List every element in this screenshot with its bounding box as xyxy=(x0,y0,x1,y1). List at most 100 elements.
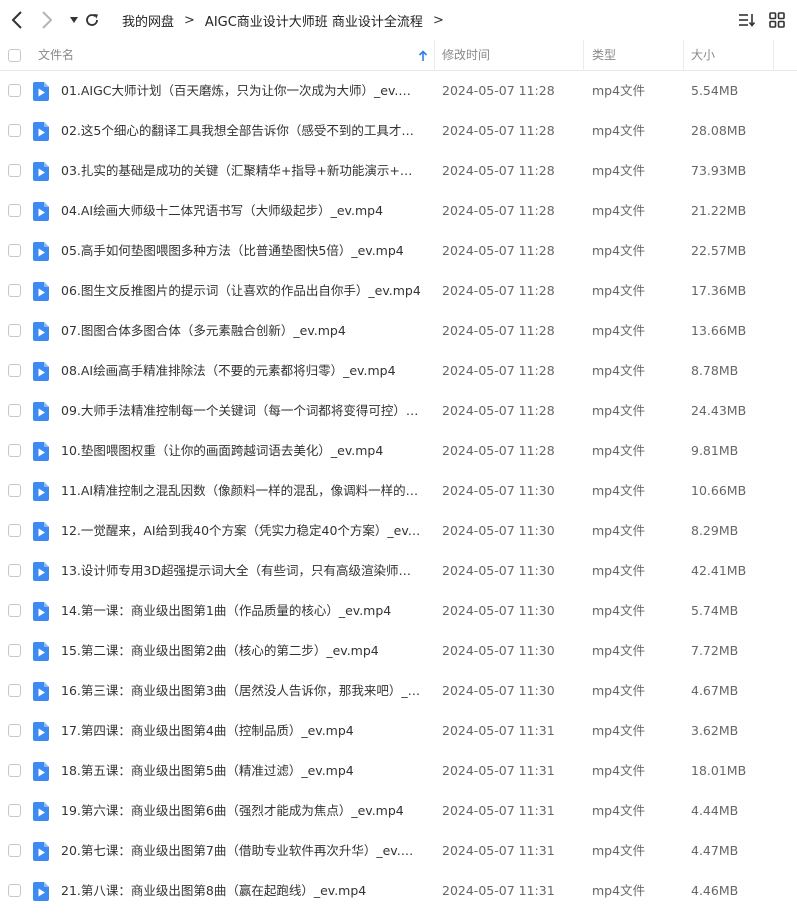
file-row[interactable]: 06.图生文反推图片的提示词（让喜欢的作品出自你手）_ev.mp4 2024-05… xyxy=(0,271,797,311)
file-name[interactable]: 03.扎实的基础是成功的关键（汇聚精华+指导+新功能演示+方法... xyxy=(61,151,421,191)
row-checkbox[interactable] xyxy=(8,244,21,257)
file-row[interactable]: 02.这5个细心的翻译工具我想全部告诉你（感受不到的工具才是好... 2024-0… xyxy=(0,111,797,151)
file-row[interactable]: 11.AI精准控制之混乱因数（像颜料一样的混乱，像调料一样的做法... 2024-… xyxy=(0,471,797,511)
row-checkbox[interactable] xyxy=(8,284,21,297)
row-checkbox[interactable] xyxy=(8,204,21,217)
file-name[interactable]: 02.这5个细心的翻译工具我想全部告诉你（感受不到的工具才是好... xyxy=(61,111,421,151)
breadcrumb-item-root[interactable]: 我的网盘 xyxy=(122,11,174,30)
column-divider[interactable] xyxy=(434,40,435,71)
video-file-icon xyxy=(33,242,49,261)
file-name[interactable]: 08.AI绘画高手精准排除法（不要的元素都将归零）_ev.mp4 xyxy=(61,351,421,391)
row-checkbox[interactable] xyxy=(8,604,21,617)
file-size: 5.54MB xyxy=(691,83,739,98)
file-name[interactable]: 12.一觉醒来，AI给到我40个方案（凭实力稳定40个方案）_ev.mp4 xyxy=(61,511,421,551)
row-checkbox[interactable] xyxy=(8,844,21,857)
file-name[interactable]: 17.第四课：商业级出图第4曲（控制品质）_ev.mp4 xyxy=(61,711,421,751)
file-name[interactable]: 11.AI精准控制之混乱因数（像颜料一样的混乱，像调料一样的做法... xyxy=(61,471,421,511)
file-name[interactable]: 10.垫图喂图权重（让你的画面跨越词语去美化）_ev.mp4 xyxy=(61,431,421,471)
file-row[interactable]: 17.第四课：商业级出图第4曲（控制品质）_ev.mp4 2024-05-07 1… xyxy=(0,711,797,751)
column-header-type[interactable]: 类型 xyxy=(592,40,616,71)
column-header-name[interactable]: 文件名 xyxy=(38,40,74,71)
file-name[interactable]: 20.第七课：商业级出图第7曲（借助专业软件再次升华）_ev.mp4 xyxy=(61,831,421,871)
file-row[interactable]: 21.第八课：商业级出图第8曲（赢在起跑线）_ev.mp4 2024-05-07 … xyxy=(0,871,797,911)
row-checkbox[interactable] xyxy=(8,764,21,777)
file-row[interactable]: 04.AI绘画大师级十二体咒语书写（大师级起步）_ev.mp4 2024-05-0… xyxy=(0,191,797,231)
row-checkbox[interactable] xyxy=(8,884,21,897)
row-checkbox[interactable] xyxy=(8,84,21,97)
file-row[interactable]: 05.高手如何垫图喂图多种方法（比普通垫图快5倍）_ev.mp4 2024-05-… xyxy=(0,231,797,271)
column-header-modified[interactable]: 修改时间 xyxy=(442,40,490,71)
file-row[interactable]: 01.AIGC大师计划（百天磨炼，只为让你一次成为大师）_ev.mp4 2024-… xyxy=(0,71,797,111)
file-modified-date: 2024-05-07 11:28 xyxy=(442,323,555,338)
file-name[interactable]: 13.设计师专用3D超强提示词大全（有些词，只有高级渲染师才能... xyxy=(61,551,421,591)
row-checkbox[interactable] xyxy=(8,324,21,337)
file-name[interactable]: 05.高手如何垫图喂图多种方法（比普通垫图快5倍）_ev.mp4 xyxy=(61,231,421,271)
file-name[interactable]: 14.第一课：商业级出图第1曲（作品质量的核心）_ev.mp4 xyxy=(61,591,421,631)
forward-icon[interactable] xyxy=(37,8,57,32)
file-row[interactable]: 19.第六课：商业级出图第6曲（强烈才能成为焦点）_ev.mp4 2024-05-… xyxy=(0,791,797,831)
video-file-icon xyxy=(33,802,49,821)
file-name[interactable]: 19.第六课：商业级出图第6曲（强烈才能成为焦点）_ev.mp4 xyxy=(61,791,421,831)
row-checkbox[interactable] xyxy=(8,684,21,697)
toolbar: 我的网盘 > AIGC商业设计大师班 商业设计全流程 > xyxy=(0,0,797,40)
file-name[interactable]: 07.图图合体多图合体（多元素融合创新）_ev.mp4 xyxy=(61,311,421,351)
file-size: 4.47MB xyxy=(691,843,739,858)
sort-ascending-icon[interactable] xyxy=(418,40,428,71)
file-name[interactable]: 15.第二课：商业级出图第2曲（核心的第二步）_ev.mp4 xyxy=(61,631,421,671)
back-icon[interactable] xyxy=(7,8,27,32)
file-row[interactable]: 08.AI绘画高手精准排除法（不要的元素都将归零）_ev.mp4 2024-05-… xyxy=(0,351,797,391)
file-name[interactable]: 09.大师手法精准控制每一个关键词（每一个词都将变得可控）_ev... xyxy=(61,391,421,431)
file-name[interactable]: 18.第五课：商业级出图第5曲（精准过滤）_ev.mp4 xyxy=(61,751,421,791)
row-checkbox[interactable] xyxy=(8,804,21,817)
file-type: mp4文件 xyxy=(592,443,646,458)
column-divider[interactable] xyxy=(773,40,774,71)
file-row[interactable]: 09.大师手法精准控制每一个关键词（每一个词都将变得可控）_ev... 2024-… xyxy=(0,391,797,431)
file-modified-date: 2024-05-07 11:28 xyxy=(442,363,555,378)
row-checkbox[interactable] xyxy=(8,124,21,137)
row-checkbox[interactable] xyxy=(8,644,21,657)
file-size: 13.66MB xyxy=(691,323,747,338)
file-row[interactable]: 15.第二课：商业级出图第2曲（核心的第二步）_ev.mp4 2024-05-07… xyxy=(0,631,797,671)
row-checkbox[interactable] xyxy=(8,364,21,377)
grid-view-icon[interactable] xyxy=(767,10,787,30)
video-file-icon xyxy=(33,82,49,101)
history-dropdown-icon[interactable] xyxy=(64,8,84,32)
file-row[interactable]: 16.第三课：商业级出图第3曲（居然没人告诉你，那我来吧）_ev.... 2024… xyxy=(0,671,797,711)
breadcrumb-separator: > xyxy=(184,13,195,28)
file-name[interactable]: 16.第三课：商业级出图第3曲（居然没人告诉你，那我来吧）_ev.... xyxy=(61,671,421,711)
row-checkbox[interactable] xyxy=(8,484,21,497)
video-file-icon xyxy=(33,442,49,461)
file-name[interactable]: 01.AIGC大师计划（百天磨炼，只为让你一次成为大师）_ev.mp4 xyxy=(61,71,421,111)
column-header-size[interactable]: 大小 xyxy=(691,40,715,71)
file-row[interactable]: 20.第七课：商业级出图第7曲（借助专业软件再次升华）_ev.mp4 2024-0… xyxy=(0,831,797,871)
file-row[interactable]: 14.第一课：商业级出图第1曲（作品质量的核心）_ev.mp4 2024-05-0… xyxy=(0,591,797,631)
view-controls xyxy=(737,10,787,30)
file-type: mp4文件 xyxy=(592,563,646,578)
row-checkbox[interactable] xyxy=(8,164,21,177)
file-name[interactable]: 21.第八课：商业级出图第8曲（赢在起跑线）_ev.mp4 xyxy=(61,871,421,911)
row-checkbox[interactable] xyxy=(8,404,21,417)
column-divider[interactable] xyxy=(583,40,584,71)
video-file-icon xyxy=(33,482,49,501)
select-all-checkbox[interactable] xyxy=(8,49,21,62)
row-checkbox[interactable] xyxy=(8,564,21,577)
refresh-icon[interactable] xyxy=(82,8,102,32)
sort-list-icon[interactable] xyxy=(737,10,757,30)
file-size: 17.36MB xyxy=(691,283,747,298)
file-size: 5.74MB xyxy=(691,603,739,618)
file-row[interactable]: 03.扎实的基础是成功的关键（汇聚精华+指导+新功能演示+方法... 2024-0… xyxy=(0,151,797,191)
file-row[interactable]: 10.垫图喂图权重（让你的画面跨越词语去美化）_ev.mp4 2024-05-07… xyxy=(0,431,797,471)
row-checkbox[interactable] xyxy=(8,444,21,457)
file-row[interactable]: 13.设计师专用3D超强提示词大全（有些词，只有高级渲染师才能... 2024-0… xyxy=(0,551,797,591)
row-checkbox[interactable] xyxy=(8,724,21,737)
file-row[interactable]: 07.图图合体多图合体（多元素融合创新）_ev.mp4 2024-05-07 11… xyxy=(0,311,797,351)
file-name[interactable]: 04.AI绘画大师级十二体咒语书写（大师级起步）_ev.mp4 xyxy=(61,191,421,231)
file-modified-date: 2024-05-07 11:28 xyxy=(442,243,555,258)
file-name[interactable]: 06.图生文反推图片的提示词（让喜欢的作品出自你手）_ev.mp4 xyxy=(61,271,421,311)
column-divider[interactable] xyxy=(683,40,684,71)
file-row[interactable]: 18.第五课：商业级出图第5曲（精准过滤）_ev.mp4 2024-05-07 1… xyxy=(0,751,797,791)
row-checkbox[interactable] xyxy=(8,524,21,537)
breadcrumb-item-current[interactable]: AIGC商业设计大师班 商业设计全流程 xyxy=(205,11,423,30)
file-row[interactable]: 12.一觉醒来，AI给到我40个方案（凭实力稳定40个方案）_ev.mp4 202… xyxy=(0,511,797,551)
file-type: mp4文件 xyxy=(592,323,646,338)
